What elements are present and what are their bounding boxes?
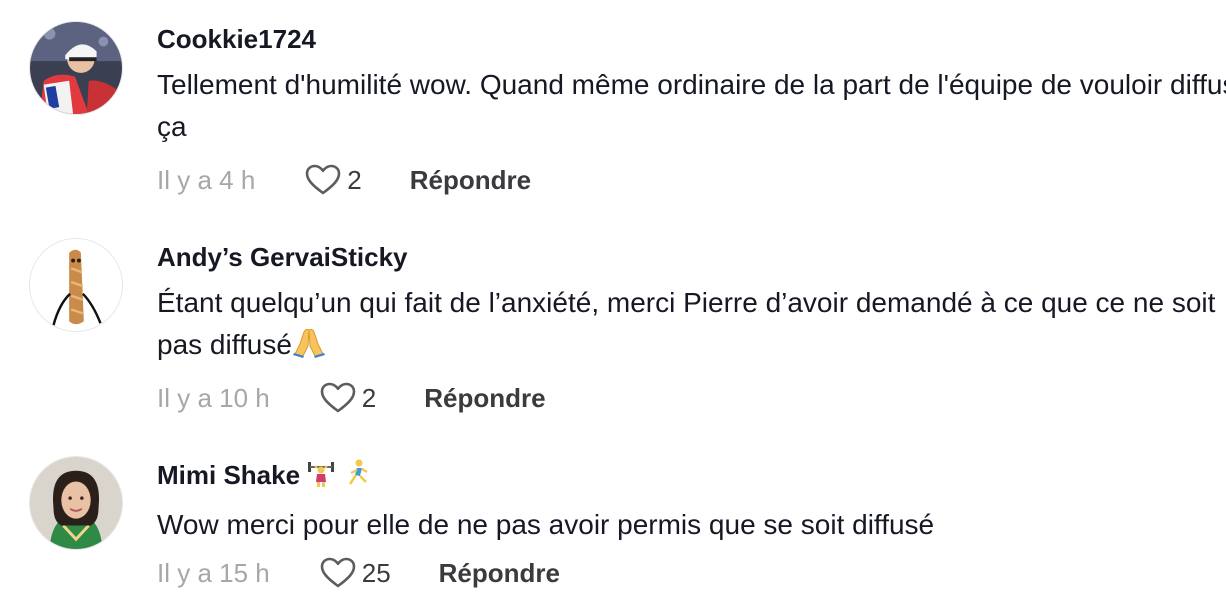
runner-icon: [342, 458, 372, 496]
heart-icon: [305, 164, 341, 195]
like-count: 2: [361, 382, 377, 413]
folded-hands-icon: [292, 324, 326, 370]
woman-portrait-avatar-icon: [30, 457, 122, 549]
comment-timestamp: Il y a 4 h: [157, 164, 256, 195]
hockey-player-avatar-icon: [30, 22, 122, 114]
baguette-character-avatar-icon: [30, 239, 122, 331]
like-button[interactable]: 2: [305, 164, 362, 196]
comment-timestamp: Il y a 15 h: [157, 557, 270, 588]
like-count: 25: [361, 557, 391, 588]
reply-button[interactable]: Répondre: [410, 165, 531, 196]
weightlifter-icon: [306, 458, 336, 496]
like-count: 2: [347, 164, 362, 195]
comment-username[interactable]: Cookkie1724: [157, 22, 1226, 56]
avatar[interactable]: [29, 21, 123, 115]
comment-item: Cookkie1724 Tellement d'humilité wow. Qu…: [0, 0, 1226, 210]
like-button[interactable]: 2: [320, 382, 376, 414]
heart-icon: [320, 382, 356, 413]
reply-button[interactable]: Répondre: [439, 558, 560, 589]
comment-username-text: Mimi Shake: [157, 460, 301, 490]
reply-button[interactable]: Répondre: [424, 383, 545, 414]
comment-timestamp: Il y a 10 h: [157, 382, 270, 413]
comment-item: Mimi Shake Wow merci pour elle de ne pas: [0, 436, 1226, 614]
avatar[interactable]: [29, 456, 123, 550]
comment-username[interactable]: Andy’s GervaiSticky: [157, 240, 1226, 274]
comment-text: Tellement d'humilité wow. Quand même ord…: [157, 69, 1226, 142]
comment-username[interactable]: Mimi Shake: [157, 458, 1226, 496]
like-button[interactable]: 25: [320, 557, 391, 589]
avatar[interactable]: [29, 238, 123, 332]
comment-item: Andy’s GervaiSticky Étant quelqu’un qui …: [0, 218, 1226, 428]
comment-text: Wow merci pour elle de ne pas avoir perm…: [157, 509, 935, 541]
comment-text: Étant quelqu’un qui fait de l’anxiété, m…: [157, 282, 1226, 370]
heart-icon: [320, 557, 356, 588]
